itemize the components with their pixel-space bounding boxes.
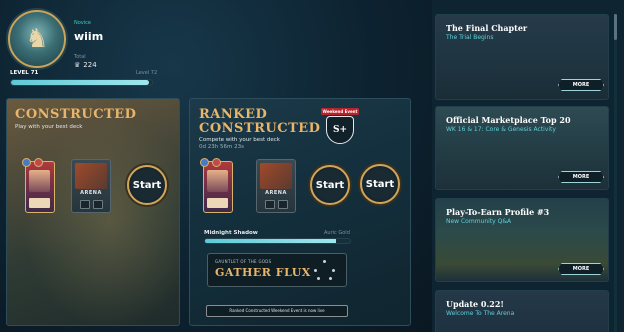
- news-sidebar: The Final Chapter The Trial Begins MORE …: [432, 0, 624, 332]
- news-subtitle: New Community Q&A: [446, 218, 512, 225]
- flux-icon: [314, 260, 336, 282]
- arena-image: [75, 163, 107, 189]
- attack-gem-icon: [34, 158, 43, 167]
- arena-selector[interactable]: ARENA: [71, 159, 111, 213]
- league-current: Midnight Shadow: [204, 230, 258, 236]
- news-card[interactable]: The Final Chapter The Trial Begins MORE: [435, 14, 609, 100]
- level-label: LEVEL 71: [10, 70, 39, 76]
- league-shield-icon: S+: [326, 116, 354, 144]
- news-title: Update 0.22!: [446, 299, 504, 309]
- attack-gem-icon: [212, 158, 221, 167]
- total-label: Total: [74, 54, 86, 60]
- avatar-icon: ♞: [25, 24, 49, 54]
- news-title: The Final Chapter: [446, 23, 528, 33]
- constructed-subtitle: Play with your best deck: [15, 124, 83, 130]
- more-button[interactable]: MORE: [558, 171, 604, 183]
- news-subtitle: The Trial Begins: [446, 34, 494, 41]
- constructed-panel[interactable]: CONSTRUCTED Play with your best deck ARE…: [6, 98, 180, 326]
- deck-card[interactable]: [22, 158, 55, 213]
- card-text-box: [29, 198, 50, 208]
- mana-gem-icon: [22, 158, 31, 167]
- news-subtitle: WK 16 & 17: Core & Genesis Activity: [446, 126, 556, 133]
- flux-dot: [332, 269, 335, 272]
- flux-dot: [329, 277, 332, 280]
- card-art: [207, 170, 228, 192]
- arena-slot[interactable]: [80, 200, 90, 209]
- news-title: Play-To-Earn Profile #3: [446, 207, 550, 217]
- ranked-subtitle: Compete with your best deck: [199, 137, 280, 143]
- crown-icon: ♛: [74, 61, 81, 69]
- secondary-start-button[interactable]: Start: [360, 164, 400, 204]
- league-progress-bar: [204, 238, 351, 244]
- ranked-title-line2: CONSTRUCTED: [199, 121, 321, 136]
- arena-label: ARENA: [80, 190, 102, 196]
- constructed-title: CONSTRUCTED: [15, 107, 137, 122]
- ranked-constructed-panel[interactable]: RANKED CONSTRUCTED Compete with your bes…: [189, 98, 411, 326]
- arena-selector[interactable]: ARENA: [256, 159, 296, 213]
- level-progress-bar: [10, 79, 153, 86]
- flux-dot: [317, 277, 320, 280]
- constructed-start-button[interactable]: Start: [127, 165, 167, 205]
- arena-image: [260, 163, 292, 189]
- league-next: Auric Gold: [324, 230, 350, 236]
- news-title: Official Marketplace Top 20: [446, 115, 571, 125]
- news-card[interactable]: Play-To-Earn Profile #3 New Community Q&…: [435, 198, 609, 282]
- gauntlet-subtitle: GAUNTLET OF THE GODS: [215, 259, 272, 264]
- ranked-start-button[interactable]: Start: [310, 165, 350, 205]
- sidebar-scrollbar[interactable]: [614, 14, 617, 332]
- avatar[interactable]: ♞: [8, 10, 66, 68]
- gauntlet-gather-flux[interactable]: GAUNTLET OF THE GODS GATHER FLUX: [207, 253, 347, 287]
- event-notice[interactable]: Ranked Constructed Weekend Event is now …: [206, 305, 348, 317]
- flux-dot: [323, 260, 326, 263]
- flux-dot: [314, 269, 317, 272]
- level-next-label: Level 72: [136, 70, 158, 76]
- ranked-title-line1: RANKED: [199, 107, 268, 122]
- username: wiim: [74, 30, 104, 43]
- card-art: [29, 170, 50, 192]
- event-ribbon: Weekend Event: [321, 108, 359, 115]
- weekend-event-badge: Weekend Event S+: [321, 108, 359, 144]
- more-button[interactable]: MORE: [558, 79, 604, 91]
- news-card[interactable]: Update 0.22! Welcome To The Arena: [435, 290, 609, 332]
- arena-slot[interactable]: [93, 200, 103, 209]
- player-rank: Novice: [74, 20, 91, 26]
- news-card[interactable]: Official Marketplace Top 20 WK 16 & 17: …: [435, 106, 609, 190]
- scrollbar-thumb[interactable]: [614, 14, 617, 40]
- arena-label: ARENA: [265, 190, 287, 196]
- mana-gem-icon: [200, 158, 209, 167]
- league-progress-fill: [205, 239, 336, 243]
- deck-card[interactable]: [200, 158, 233, 213]
- gauntlet-title: GATHER FLUX: [215, 266, 311, 279]
- player-profile: ♞ Novice wiim Total ♛ 224: [8, 10, 158, 70]
- event-timer: 0d 23h 56m 23s: [199, 144, 244, 150]
- card-text-box: [207, 198, 228, 208]
- total-row: ♛ 224: [74, 61, 97, 69]
- more-button[interactable]: MORE: [558, 263, 604, 275]
- arena-slot[interactable]: [278, 200, 288, 209]
- arena-slot[interactable]: [265, 200, 275, 209]
- total-value: 224: [83, 61, 97, 69]
- level-progress-fill: [11, 80, 150, 85]
- news-subtitle: Welcome To The Arena: [446, 310, 515, 317]
